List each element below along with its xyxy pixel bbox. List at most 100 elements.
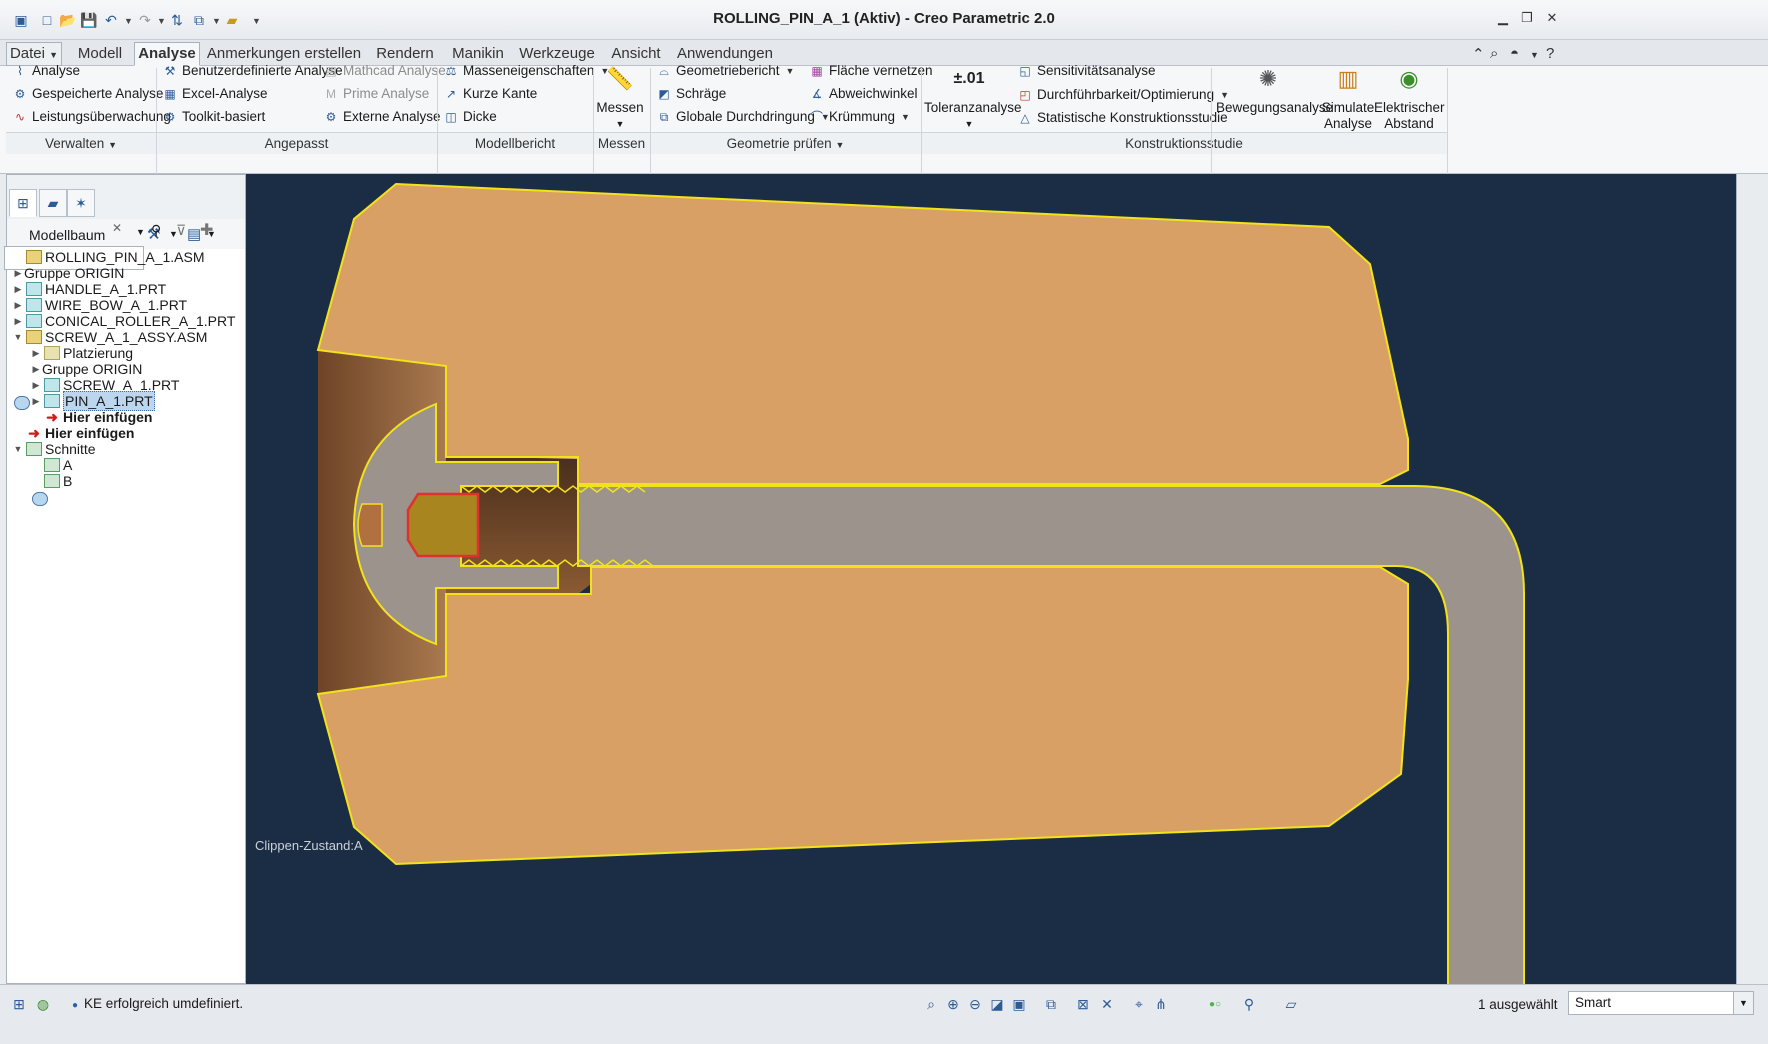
deviation-angle-icon: ∡: [811, 87, 823, 101]
tree-item[interactable]: B: [30, 472, 72, 490]
minimize-icon[interactable]: ▁: [1490, 10, 1516, 30]
optimization-icon: ◰: [1019, 88, 1031, 102]
zoom-in-icon[interactable]: ⊕: [942, 993, 964, 1015]
panel-tab-bar: ⊞ ▰ ✶: [7, 175, 245, 219]
motion-analysis-icon: ✺: [1258, 66, 1278, 91]
navigator-toggle-icon[interactable]: ⊞: [8, 993, 30, 1015]
browser-toggle-icon[interactable]: ◍: [32, 993, 54, 1015]
benutzerdefinierte-analyse-button[interactable]: ⚒ Benutzerdefinierte Analyse: [162, 60, 343, 82]
ribbon-label: Sensitivitätsanalyse: [1037, 63, 1156, 78]
leistungsueberwachung-button[interactable]: ∿ Leistungsüberwachung: [12, 106, 171, 128]
model-tree-tab-icon[interactable]: ⊞: [9, 189, 37, 217]
prime-analyse-button[interactable]: M Prime Analyse: [323, 83, 429, 105]
toleranzanalyse-button[interactable]: ±.01 Toleranzanalyse ▼: [924, 62, 1022, 132]
ribbon-label: Benutzerdefinierte Analyse: [182, 63, 343, 78]
chevron-down-icon: ▼: [964, 119, 974, 129]
ribbon-label: Durchführbarkeit/Optimierung: [1037, 87, 1215, 102]
messen-button[interactable]: 📏 Messen ▼: [594, 62, 646, 132]
find-icon[interactable]: ⚲: [1238, 993, 1260, 1015]
abweichwinkel-button[interactable]: ∡ Abweichwinkel: [809, 83, 918, 105]
favorites-tab-icon[interactable]: ✶: [67, 189, 95, 217]
masseneigenschaften-button[interactable]: ⚖ Masseneigenschaften ▼: [443, 60, 610, 82]
schraege-button[interactable]: ◩ Schräge: [656, 83, 726, 105]
chevron-down-icon[interactable]: ▼: [1530, 50, 1539, 60]
ribbon-label: Toolkit-basiert: [182, 109, 266, 124]
mathcad-analyse-button[interactable]: ▤ Mathcad Analyse: [323, 60, 445, 82]
kruemmung-button[interactable]: ⌒ Krümmung ▼: [809, 106, 910, 128]
annotation-display-icon[interactable]: ⋔: [1150, 993, 1172, 1015]
mathcad-icon: ▤: [325, 64, 337, 78]
spin-center-icon[interactable]: ⌖: [1128, 993, 1150, 1015]
globale-durchdringung-button[interactable]: ⧉ Globale Durchdringung ▼: [656, 106, 830, 128]
toolkit-icon: ⚙: [164, 110, 176, 124]
bullet-icon: ●: [72, 1000, 79, 1011]
restore-icon[interactable]: ❐: [1514, 10, 1540, 30]
durchfuehrbarkeit-button[interactable]: ◰ Durchführbarkeit/Optimierung ▼: [1017, 84, 1229, 106]
ribbon-label: Messen: [596, 100, 644, 115]
find-icon[interactable]: ⚲: [151, 222, 161, 239]
ribbon-label: Analyse: [1323, 116, 1373, 131]
geometry-report-icon: ⌓: [659, 64, 669, 78]
selection-count: 1 ausgewählt: [1478, 997, 1558, 1012]
close-icon[interactable]: ✕: [1539, 10, 1565, 30]
ribbon-label: Excel-Analyse: [182, 86, 268, 101]
asm-icon: [26, 330, 42, 344]
statistische-konstruktionsstudie-button[interactable]: △ Statistische Konstruktionsstudie: [1017, 107, 1227, 129]
clear-search-icon[interactable]: ✕: [112, 221, 122, 235]
help-icon[interactable]: ?: [1546, 45, 1554, 62]
folder-browser-tab-icon[interactable]: ▰: [39, 189, 67, 217]
externe-analyse-button[interactable]: ⚙ Externe Analyse: [323, 106, 441, 128]
elektrischer-abstand-button[interactable]: ◉ Elektrischer Abstand: [1374, 62, 1445, 132]
repaint-icon[interactable]: ◪: [986, 993, 1008, 1015]
sensitivitaetsanalyse-button[interactable]: ◱ Sensitivitätsanalyse: [1017, 60, 1156, 82]
ins-icon: ➜: [46, 409, 58, 425]
group-konstruktionsstudie: Konstruktionsstudie: [921, 132, 1447, 154]
tolerance-icon: ±.01: [953, 70, 985, 87]
graphics-window[interactable]: Clippen-Zustand:A: [246, 174, 1736, 984]
filter-icon[interactable]: ⊽: [176, 222, 186, 239]
refit-icon[interactable]: ⌕: [920, 993, 942, 1015]
pin-part-selected[interactable]: [406, 492, 480, 558]
community-icon[interactable]: ◓: [1510, 45, 1519, 62]
search-icon[interactable]: ⌕: [1490, 45, 1498, 62]
datum-display-icon[interactable]: ✕: [1096, 993, 1118, 1015]
display-style-icon[interactable]: ▣: [1008, 993, 1030, 1015]
selection-box-icon[interactable]: ▱: [1280, 993, 1302, 1015]
ribbon-label: Analyse: [32, 63, 81, 78]
saved-orientations-icon[interactable]: ⧉: [1040, 993, 1062, 1015]
group-verwalten[interactable]: Verwalten ▼: [6, 132, 156, 154]
geometriebericht-button[interactable]: ⌓ Geometriebericht ▼: [656, 60, 794, 82]
simulate-analyse-button[interactable]: ▥ Simulate Analyse: [1320, 62, 1376, 132]
thickness-icon: ◫: [445, 110, 457, 124]
flaeche-vernetzen-button[interactable]: ▦ Fläche vernetzen: [809, 60, 932, 82]
toolkit-basiert-button[interactable]: ⚙ Toolkit-basiert: [162, 106, 266, 128]
dicke-button[interactable]: ◫ Dicke: [443, 106, 496, 128]
custom-analysis-icon: ⚒: [164, 64, 176, 78]
asm-icon: [26, 250, 42, 264]
regeneration-status-icon: ●○: [1208, 998, 1222, 1010]
collapse-icon[interactable]: ▼: [12, 440, 24, 458]
ribbon-label: Prime Analyse: [343, 86, 430, 101]
bewegungsanalyse-button[interactable]: ✺ Bewegungsanalyse: [1216, 62, 1334, 116]
ribbon-label: Bewegungsanalyse: [1216, 100, 1334, 115]
chevron-down-icon[interactable]: ▼: [136, 227, 145, 237]
group-geometrie-pruefen[interactable]: Geometrie prüfen ▼: [650, 132, 921, 154]
kurze-kante-button[interactable]: ↗ Kurze Kante: [443, 83, 537, 105]
minimize-ribbon-icon[interactable]: ⌃: [1472, 45, 1485, 63]
prt-icon: [26, 298, 42, 312]
analyse-button[interactable]: ⌇ Analyse: [12, 60, 80, 82]
performance-chart-icon: ∿: [14, 110, 26, 124]
zoom-out-icon[interactable]: ⊖: [964, 993, 986, 1015]
add-icon[interactable]: ✚: [200, 220, 213, 240]
excel-analyse-button[interactable]: ▦ Excel-Analyse: [162, 83, 268, 105]
ins-icon: ➜: [28, 425, 40, 441]
collapse-icon[interactable]: ▼: [12, 328, 24, 346]
tree-item-label: B: [63, 473, 73, 489]
gespeicherte-analyse-button[interactable]: ⚙ Gespeicherte Analyse: [12, 83, 164, 105]
ribbon-label: Gespeicherte Analyse: [32, 86, 164, 101]
view-manager-icon[interactable]: ⊠: [1072, 993, 1094, 1015]
grp-icon: [32, 492, 48, 506]
group-angepasst: Angepasst: [156, 132, 437, 154]
excel-icon: ▦: [164, 87, 176, 101]
selection-filter-select[interactable]: Smart ▼: [1568, 991, 1754, 1015]
